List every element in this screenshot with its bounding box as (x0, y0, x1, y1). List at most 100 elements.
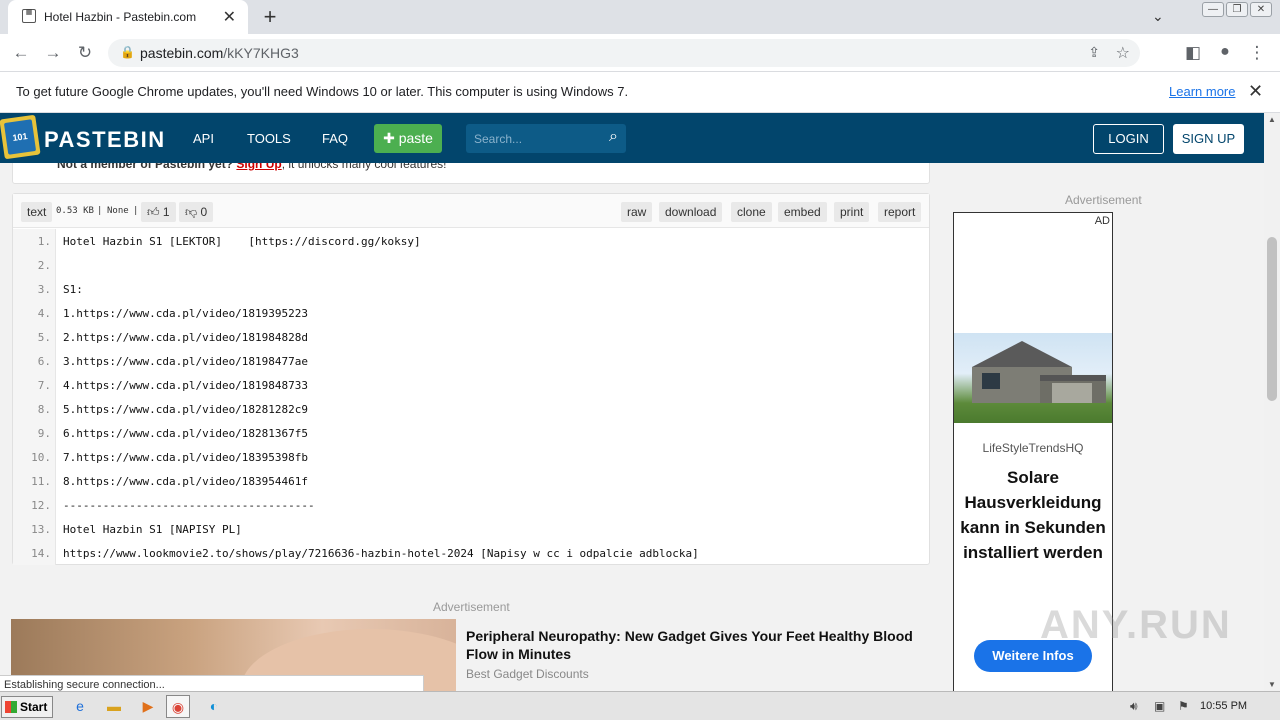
code-line[interactable]: 2.https://www.cda.pl/video/181984828d (63, 331, 308, 344)
address-bar[interactable]: 🔒 pastebin.com/kKY7KHG3 ⇪ ☆ (108, 39, 1140, 67)
line-number: 12. (31, 499, 51, 512)
taskbar-clock[interactable]: 10:55 PM (1200, 700, 1247, 712)
action-center-flag-icon[interactable]: ⚑ (1178, 699, 1189, 713)
minimize-icon[interactable]: — (1202, 2, 1224, 17)
url-text[interactable]: pastebin.com/kKY7KHG3 (140, 45, 299, 61)
media-player-icon[interactable]: ▶ (136, 695, 160, 718)
bookmark-star-icon[interactable]: ☆ (1116, 43, 1130, 63)
code-line[interactable]: 6.https://www.cda.pl/video/18281367f5 (63, 427, 308, 440)
edge-icon[interactable]: ◐ (202, 695, 226, 718)
paste-button-label: paste (398, 130, 433, 146)
line-number: 9. (37, 427, 51, 440)
share-icon[interactable]: ⇪ (1088, 44, 1100, 61)
ad-brand: LifeStyleTrendsHQ (982, 441, 1084, 455)
dislike-button[interactable]: 👎︎ 0 (179, 202, 214, 222)
line-number: 10. (31, 451, 51, 464)
ad-headline[interactable]: Peripheral Neuropathy: New Gadget Gives … (466, 627, 936, 663)
line-number: 6. (37, 355, 51, 368)
close-window-icon[interactable]: ✕ (1250, 2, 1272, 17)
house-window (982, 373, 1000, 389)
login-button[interactable]: LOGIN (1093, 124, 1164, 154)
code-line[interactable]: S1: (63, 283, 83, 296)
download-button[interactable]: download (659, 202, 723, 222)
tab-strip: ▦ Hotel Hazbin - Pastebin.com ✕ + ⌄ — ❐ … (0, 0, 1280, 34)
code-line[interactable]: 7.https://www.cda.pl/video/18395398fb (63, 451, 308, 464)
new-tab-button[interactable]: + (258, 4, 282, 30)
windows-logo-icon (5, 701, 17, 713)
tab-active[interactable]: ▦ Hotel Hazbin - Pastebin.com ✕ (8, 0, 248, 34)
info-separator: | (97, 206, 103, 216)
page-scrollbar[interactable]: ▲ ▼ (1264, 113, 1280, 691)
like-button[interactable]: 👍︎ 1 (141, 202, 176, 222)
tab-title: Hotel Hazbin - Pastebin.com (44, 10, 197, 24)
ie-icon[interactable]: e (68, 695, 92, 718)
report-button[interactable]: report (878, 202, 922, 222)
scrollbar-thumb[interactable] (1267, 237, 1277, 401)
code-line[interactable]: Hotel Hazbin S1 [LEKTOR] [https://discor… (63, 235, 421, 248)
new-paste-button[interactable]: ✚ paste (374, 124, 442, 153)
advertisement-label: Advertisement (433, 600, 510, 614)
tab-search-chevron-icon[interactable]: ⌄ (1152, 8, 1164, 25)
brand-name[interactable]: PASTEBIN (44, 127, 166, 153)
nav-faq[interactable]: FAQ (322, 131, 348, 146)
line-number: 7. (37, 379, 51, 392)
line-number-gutter: 1. 2. 3. 4. 5. 6. 7. 8. 9. 10. 11. 12. 13. 14. (13, 229, 56, 565)
side-advertisement-label: Advertisement (1065, 193, 1142, 207)
code-line[interactable]: 1.https://www.cda.pl/video/1819395223 (63, 307, 308, 320)
restore-icon[interactable]: ❐ (1226, 2, 1248, 17)
print-button[interactable]: print (834, 202, 870, 222)
syntax-badge[interactable]: text (21, 202, 53, 222)
code-area[interactable]: 1. 2. 3. 4. 5. 6. 7. 8. 9. 10. 11. 12. 13. 14. Hotel … (13, 229, 929, 565)
embed-button[interactable]: embed (778, 202, 827, 222)
code-line[interactable]: Hotel Hazbin S1 [NAPISY PL] (63, 523, 242, 536)
menu-kebab-icon[interactable]: ⋮ (1246, 43, 1268, 63)
scroll-up-icon[interactable]: ▲ (1268, 115, 1276, 124)
lock-icon[interactable]: 🔒 (120, 45, 135, 59)
ad-badge: AD (1094, 215, 1110, 227)
network-icon[interactable]: ▣ (1154, 699, 1165, 713)
ad-source[interactable]: Best Gadget Discounts (466, 667, 589, 681)
line-number: 4. (37, 307, 51, 320)
close-tab-icon[interactable]: ✕ (223, 7, 236, 27)
chrome-taskbar-icon[interactable]: ◉ (166, 695, 190, 718)
signup-button[interactable]: SIGN UP (1173, 124, 1244, 154)
back-icon[interactable]: ← (10, 43, 32, 63)
line-number: 11. (31, 475, 51, 488)
side-panel-icon[interactable]: ◧ (1182, 43, 1204, 63)
status-bubble: Establishing secure connection... (0, 675, 424, 691)
search-input[interactable]: Search... ⌕ (466, 124, 626, 153)
infobar-close-icon[interactable]: ✕ (1248, 81, 1263, 102)
pastebin-header: 101 PASTEBIN API TOOLS FAQ ✚ paste Searc… (0, 113, 1264, 163)
pastebin-logo-icon[interactable]: 101 (0, 114, 41, 160)
page-viewport: Not a member of Pastebin yet? Sign Up, i… (0, 113, 1264, 691)
profile-avatar-icon[interactable]: ● (1214, 43, 1236, 61)
code-line[interactable]: -------------------------------------- (63, 499, 315, 512)
code-line[interactable]: https://www.lookmovie2.to/shows/play/721… (63, 547, 699, 560)
info-separator: | (133, 206, 139, 216)
plus-icon: ✚ (383, 130, 399, 146)
line-number: 8. (37, 403, 51, 416)
learn-more-link[interactable]: Learn more (1169, 84, 1235, 99)
raw-button[interactable]: raw (621, 202, 653, 222)
code-line[interactable]: 8.https://www.cda.pl/video/183954461f (63, 475, 308, 488)
clone-button[interactable]: clone (731, 202, 772, 222)
reload-icon[interactable]: ↻ (74, 43, 96, 63)
code-line[interactable]: 5.https://www.cda.pl/video/18281282c9 (63, 403, 308, 416)
explorer-folder-icon[interactable]: ▬ (102, 695, 126, 718)
nav-api[interactable]: API (193, 131, 214, 146)
start-label: Start (20, 700, 48, 714)
scroll-down-icon[interactable]: ▼ (1268, 680, 1276, 689)
side-ad-headline[interactable]: Solare Hausverkleidung kann in Sekunden … (954, 465, 1112, 565)
paste-size: 0.53 KB (56, 206, 94, 216)
line-number: 1. (37, 235, 51, 248)
nav-tools[interactable]: TOOLS (247, 131, 291, 146)
house-image[interactable] (954, 333, 1112, 423)
search-placeholder: Search... (474, 132, 523, 146)
code-line[interactable]: 4.https://www.cda.pl/video/1819848733 (63, 379, 308, 392)
start-button[interactable]: Start (1, 696, 53, 718)
code-line[interactable]: 3.https://www.cda.pl/video/18198477ae (63, 355, 308, 368)
search-icon[interactable]: ⌕ (609, 128, 618, 146)
forward-icon[interactable]: → (42, 43, 64, 63)
volume-icon[interactable]: 🔊︎ (1130, 699, 1138, 714)
pastebin-favicon-icon: ▦ (22, 9, 36, 23)
